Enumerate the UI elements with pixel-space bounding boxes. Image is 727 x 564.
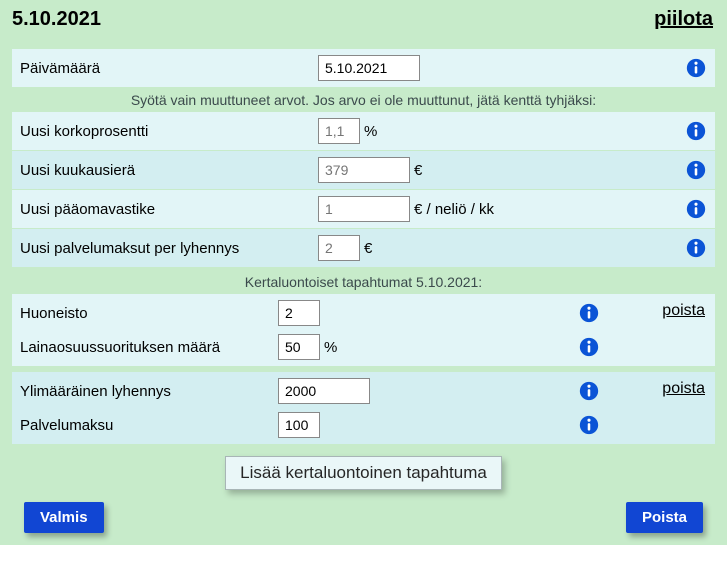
remove-link[interactable]: poista (662, 380, 705, 398)
events-header: Kertaluontoiset tapahtumat 5.10.2021: (12, 268, 715, 294)
form-panel: 5.10.2021 piilota Päivämäärä Syötä vain … (0, 0, 727, 545)
info-icon[interactable] (685, 159, 707, 181)
label-date: Päivämäärä (20, 60, 318, 77)
input-extra-payment[interactable] (278, 378, 370, 404)
input-service[interactable] (318, 235, 360, 261)
event-row: Lainaosuussuorituksen määrä % (12, 330, 715, 364)
suffix-capital: € / neliö / kk (414, 201, 494, 218)
suffix-service: € (364, 240, 372, 257)
instruction-text: Syötä vain muuttuneet arvot. Jos arvo ei… (12, 88, 715, 112)
label-capital: Uusi pääomavastike (20, 201, 318, 218)
event-row: Huoneisto poista (12, 296, 715, 330)
input-apartment[interactable] (278, 300, 320, 326)
input-monthly[interactable] (318, 157, 410, 183)
header-date: 5.10.2021 (12, 8, 101, 31)
info-icon[interactable] (578, 380, 600, 402)
event-block: Ylimääräinen lyhennys poista Palvelumaks… (12, 372, 715, 444)
hide-link[interactable]: piilota (654, 8, 713, 31)
input-date[interactable] (318, 55, 420, 81)
event-label: Ylimääräinen lyhennys (20, 383, 278, 400)
suffix-rate: % (364, 123, 377, 140)
input-rate[interactable] (318, 118, 360, 144)
info-icon[interactable] (685, 57, 707, 79)
event-row: Palvelumaksu (12, 408, 715, 442)
event-label: Palvelumaksu (20, 417, 278, 434)
remove-link[interactable]: poista (662, 302, 705, 320)
info-icon[interactable] (685, 237, 707, 259)
info-icon[interactable] (578, 414, 600, 436)
row-service: Uusi palvelumaksut per lyhennys € (12, 229, 715, 267)
suffix-monthly: € (414, 162, 422, 179)
row-date: Päivämäärä (12, 49, 715, 87)
delete-button[interactable]: Poista (626, 502, 703, 533)
done-button[interactable]: Valmis (24, 502, 104, 533)
info-icon[interactable] (685, 120, 707, 142)
label-rate: Uusi korkoprosentti (20, 123, 318, 140)
row-rate: Uusi korkoprosentti % (12, 112, 715, 150)
event-block: Huoneisto poista Lainaosuussuorituksen m… (12, 294, 715, 366)
input-capital[interactable] (318, 196, 410, 222)
event-label: Huoneisto (20, 305, 278, 322)
add-event-button[interactable]: Lisää kertaluontoinen tapahtuma (225, 456, 502, 490)
info-icon[interactable] (578, 336, 600, 358)
row-capital: Uusi pääomavastike € / neliö / kk (12, 190, 715, 228)
label-monthly: Uusi kuukausierä (20, 162, 318, 179)
row-monthly: Uusi kuukausierä € (12, 151, 715, 189)
info-icon[interactable] (578, 302, 600, 324)
event-label: Lainaosuussuorituksen määrä (20, 339, 278, 356)
info-icon[interactable] (685, 198, 707, 220)
panel-header: 5.10.2021 piilota (0, 0, 727, 49)
event-suffix: % (324, 339, 337, 356)
label-service: Uusi palvelumaksut per lyhennys (20, 240, 318, 257)
input-loan-share[interactable] (278, 334, 320, 360)
input-service-fee[interactable] (278, 412, 320, 438)
event-row: Ylimääräinen lyhennys poista (12, 374, 715, 408)
